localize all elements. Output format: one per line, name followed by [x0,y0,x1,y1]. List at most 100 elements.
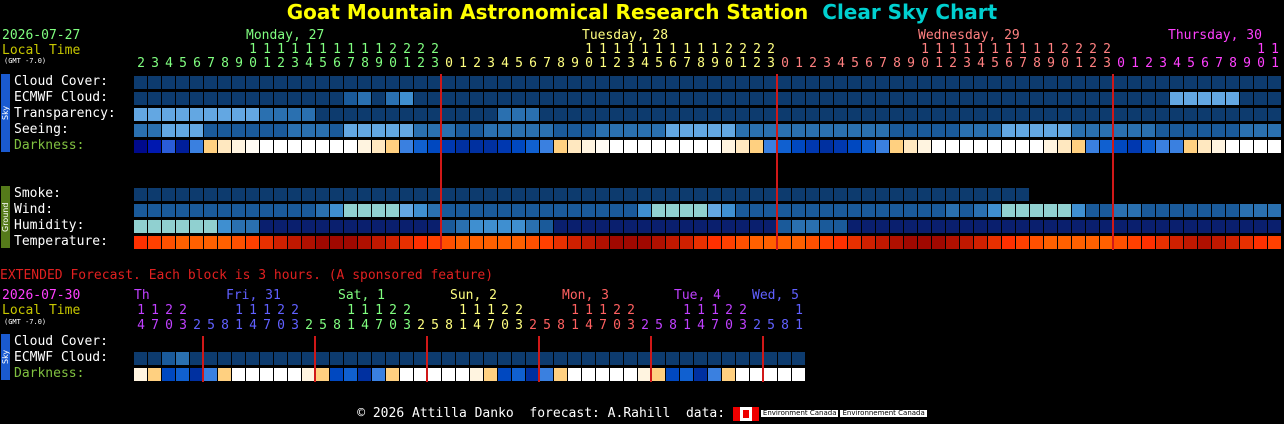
block-cloud-cover[interactable] [736,76,749,89]
block-darkness[interactable] [624,140,637,153]
block-transparency[interactable] [1156,108,1169,121]
block-smoke[interactable] [834,188,847,201]
block-temperature[interactable] [1142,236,1155,249]
block-transparency[interactable] [610,108,623,121]
block-darkness[interactable] [792,140,805,153]
block-ecmwf-cloud[interactable] [638,92,651,105]
block-humidity[interactable] [372,220,385,233]
block-temperature[interactable] [1030,236,1043,249]
block-cloud-cover[interactable] [484,76,497,89]
block-seeing[interactable] [652,124,665,137]
block-wind[interactable] [442,204,455,217]
block-cloud-cover[interactable] [638,76,651,89]
block-wind[interactable] [1184,204,1197,217]
block-transparency[interactable] [400,108,413,121]
ext-block-cloud-cover[interactable] [442,352,455,365]
block-ecmwf-cloud[interactable] [582,92,595,105]
block-seeing[interactable] [470,124,483,137]
block-wind[interactable] [274,204,287,217]
block-ecmwf-cloud[interactable] [484,92,497,105]
block-humidity[interactable] [778,220,791,233]
block-cloud-cover[interactable] [1114,76,1127,89]
block-transparency[interactable] [302,108,315,121]
block-seeing[interactable] [568,124,581,137]
block-humidity[interactable] [274,220,287,233]
block-temperature[interactable] [904,236,917,249]
block-darkness[interactable] [386,140,399,153]
block-darkness[interactable] [344,140,357,153]
ext-block-darkness[interactable] [694,368,707,381]
block-temperature[interactable] [288,236,301,249]
block-temperature[interactable] [764,236,777,249]
block-humidity[interactable] [624,220,637,233]
block-ecmwf-cloud[interactable] [890,92,903,105]
block-darkness[interactable] [568,140,581,153]
block-darkness[interactable] [400,140,413,153]
block-ecmwf-cloud[interactable] [456,92,469,105]
ext-block-darkness[interactable] [582,368,595,381]
block-ecmwf-cloud[interactable] [498,92,511,105]
ext-block-darkness[interactable] [512,368,525,381]
block-seeing[interactable] [666,124,679,137]
block-temperature[interactable] [1114,236,1127,249]
block-ecmwf-cloud[interactable] [372,92,385,105]
block-darkness[interactable] [1044,140,1057,153]
block-ecmwf-cloud[interactable] [722,92,735,105]
block-smoke[interactable] [358,188,371,201]
block-seeing[interactable] [610,124,623,137]
block-seeing[interactable] [1268,124,1281,137]
block-wind[interactable] [708,204,721,217]
block-temperature[interactable] [722,236,735,249]
block-darkness[interactable] [232,140,245,153]
block-wind[interactable] [778,204,791,217]
block-transparency[interactable] [1226,108,1239,121]
block-transparency[interactable] [988,108,1001,121]
block-darkness[interactable] [176,140,189,153]
block-temperature[interactable] [750,236,763,249]
environment-canada-logo[interactable]: Environment Canada [760,410,839,417]
block-wind[interactable] [344,204,357,217]
ext-block-cloud-cover[interactable] [190,352,203,365]
block-wind[interactable] [596,204,609,217]
block-cloud-cover[interactable] [386,76,399,89]
block-darkness[interactable] [148,140,161,153]
ext-block-cloud-cover[interactable] [750,352,763,365]
ext-block-cloud-cover[interactable] [288,352,301,365]
block-transparency[interactable] [526,108,539,121]
block-temperature[interactable] [1100,236,1113,249]
ext-block-cloud-cover[interactable] [568,352,581,365]
block-cloud-cover[interactable] [862,76,875,89]
block-seeing[interactable] [918,124,931,137]
block-seeing[interactable] [1184,124,1197,137]
block-smoke[interactable] [134,188,147,201]
block-smoke[interactable] [652,188,665,201]
block-seeing[interactable] [1044,124,1057,137]
block-wind[interactable] [358,204,371,217]
ext-block-cloud-cover[interactable] [498,352,511,365]
ext-block-cloud-cover[interactable] [428,352,441,365]
block-humidity[interactable] [1058,220,1071,233]
block-smoke[interactable] [624,188,637,201]
block-wind[interactable] [1198,204,1211,217]
ext-block-darkness[interactable] [750,368,763,381]
block-darkness[interactable] [330,140,343,153]
block-wind[interactable] [904,204,917,217]
block-smoke[interactable] [260,188,273,201]
block-cloud-cover[interactable] [1254,76,1267,89]
block-darkness[interactable] [1030,140,1043,153]
block-temperature[interactable] [806,236,819,249]
block-seeing[interactable] [134,124,147,137]
block-seeing[interactable] [932,124,945,137]
block-cloud-cover[interactable] [498,76,511,89]
block-humidity[interactable] [694,220,707,233]
block-darkness[interactable] [722,140,735,153]
block-darkness[interactable] [484,140,497,153]
block-wind[interactable] [218,204,231,217]
block-humidity[interactable] [722,220,735,233]
block-darkness[interactable] [1198,140,1211,153]
block-wind[interactable] [582,204,595,217]
block-smoke[interactable] [232,188,245,201]
block-humidity[interactable] [1086,220,1099,233]
ext-block-cloud-cover[interactable] [414,352,427,365]
block-ecmwf-cloud[interactable] [1044,92,1057,105]
